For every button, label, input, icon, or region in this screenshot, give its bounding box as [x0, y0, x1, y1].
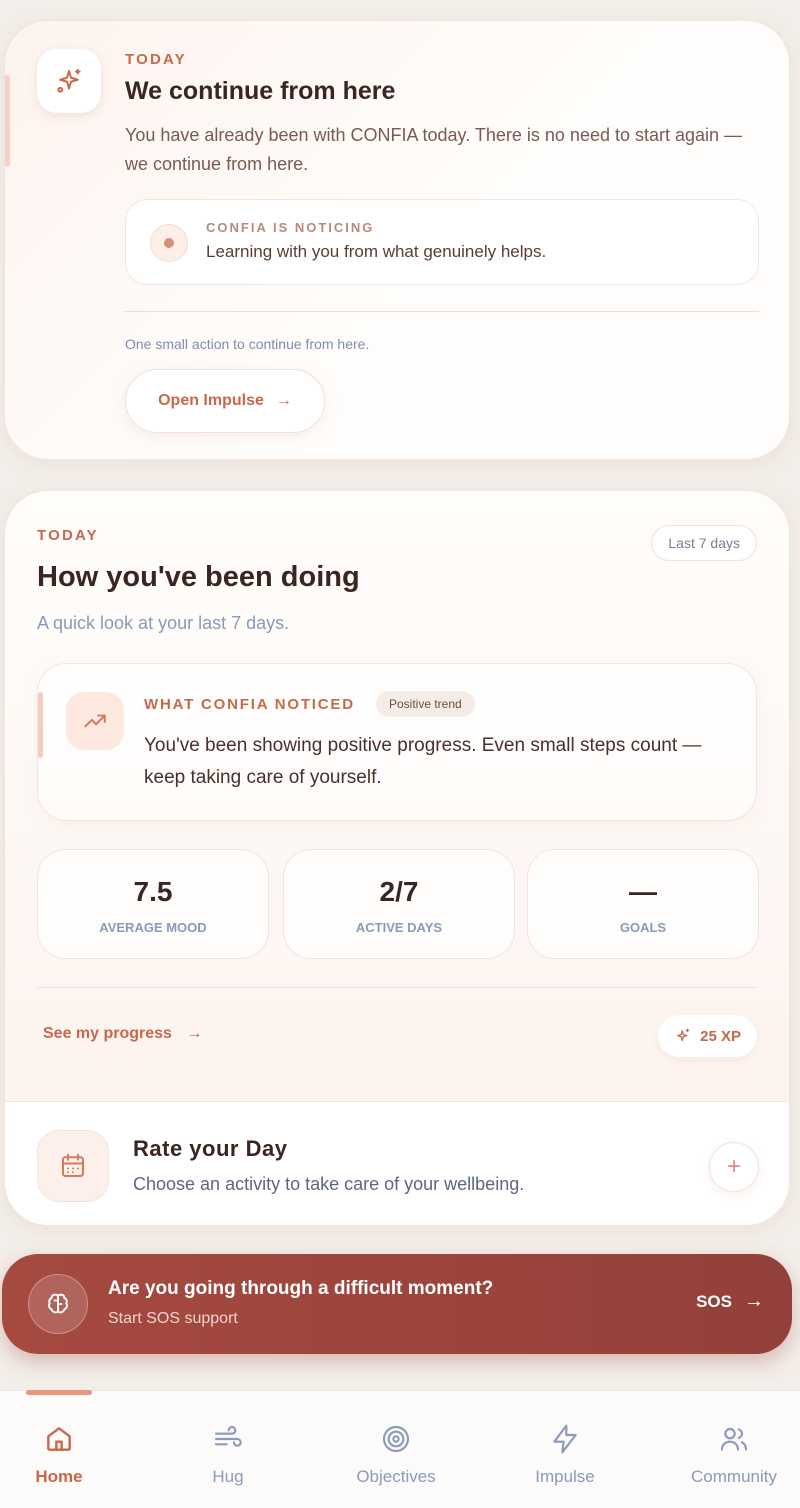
stat-label: GOALS — [619, 920, 667, 935]
summary-subtitle: A quick look at your last 7 days. — [37, 613, 290, 633]
stat-value: 7.5 — [133, 876, 173, 907]
nav-item-community[interactable]: Community — [674, 1421, 794, 1487]
open-impulse-label: Open Impulse — [158, 392, 264, 409]
sos-button[interactable]: SOS → — [696, 1290, 764, 1313]
arrow-right-icon: → — [186, 1025, 203, 1042]
home-icon — [0, 1421, 119, 1457]
sos-button-label: SOS — [696, 1291, 732, 1311]
nav-label: Home — [35, 1467, 83, 1486]
summary-card: TODAY How you've been doing A quick look… — [4, 490, 790, 1226]
noticing-label: CONFIA IS NOTICING — [206, 220, 375, 235]
accent-bar — [38, 692, 43, 758]
active-tab-indicator — [26, 1390, 92, 1395]
sparkles-icon — [677, 1028, 690, 1042]
trending-up-icon — [66, 692, 124, 750]
accent-bar — [5, 75, 10, 167]
range-pill[interactable]: Last 7 days — [651, 525, 757, 561]
open-impulse-button[interactable]: Open Impulse → — [125, 369, 325, 433]
action-hint: One small action to continue from here. — [125, 336, 370, 352]
sparkles-icon — [37, 49, 101, 113]
divider — [37, 987, 757, 988]
rate-day-title: Rate your Day — [133, 1136, 288, 1161]
lightning-icon — [505, 1421, 625, 1457]
continue-card: TODAY We continue from here You have alr… — [4, 20, 790, 460]
see-progress-label: See my progress — [43, 1025, 172, 1042]
nav-item-impulse[interactable]: Impulse — [505, 1421, 625, 1487]
status-dot-icon — [150, 224, 188, 262]
sos-subtitle: Start SOS support — [108, 1310, 238, 1327]
wind-icon — [168, 1421, 288, 1457]
nav-label: Hug — [212, 1467, 244, 1486]
xp-badge: 25 XP — [658, 1015, 757, 1057]
noticed-label: WHAT CONFIA NOTICED — [144, 696, 355, 713]
summary-eyebrow: TODAY — [37, 527, 99, 544]
nav-label: Impulse — [535, 1467, 595, 1486]
noticed-text: You've been showing positive progress. E… — [144, 735, 702, 788]
confia-noticing-box: CONFIA IS NOTICING Learning with you fro… — [125, 199, 759, 285]
see-progress-link[interactable]: See my progress → — [43, 1025, 202, 1043]
calendar-icon — [37, 1130, 109, 1202]
target-icon — [336, 1421, 456, 1457]
stat-value: 2/7 — [379, 876, 419, 907]
continue-title: We continue from here — [125, 77, 396, 105]
divider — [125, 311, 759, 312]
trend-badge: Positive trend — [376, 691, 475, 717]
stat-label: AVERAGE MOOD — [99, 920, 207, 935]
stat-goals: — GOALS — [527, 849, 759, 959]
rate-day-row[interactable]: Rate your Day Choose an activity to take… — [5, 1101, 789, 1225]
arrow-right-icon: → — [275, 392, 292, 409]
brain-icon — [28, 1274, 88, 1334]
nav-item-hug[interactable]: Hug — [168, 1421, 288, 1487]
nav-item-home[interactable]: Home — [0, 1421, 119, 1487]
users-icon — [674, 1421, 794, 1457]
continue-body: You have already been with CONFIA today.… — [125, 125, 743, 174]
continue-eyebrow: TODAY — [125, 51, 187, 68]
noticing-text: Learning with you from what genuinely he… — [206, 242, 547, 261]
sos-banner[interactable]: Are you going through a difficult moment… — [2, 1254, 792, 1354]
arrow-right-icon: → — [744, 1290, 764, 1312]
summary-title: How you've been doing — [37, 561, 360, 593]
stat-active-days: 2/7 ACTIVE DAYS — [283, 849, 515, 959]
stat-label: ACTIVE DAYS — [355, 920, 443, 935]
nav-label: Objectives — [356, 1467, 436, 1486]
bottom-nav: Home Hug Objectives Impulse Community — [0, 1390, 800, 1508]
stat-value: — — [629, 876, 657, 907]
rate-day-subtitle: Choose an activity to take care of your … — [133, 1174, 525, 1194]
add-rating-button[interactable]: + — [709, 1142, 759, 1192]
nav-item-objectives[interactable]: Objectives — [336, 1421, 456, 1487]
nav-label: Community — [691, 1467, 777, 1486]
stat-average-mood: 7.5 AVERAGE MOOD — [37, 849, 269, 959]
noticed-card: WHAT CONFIA NOTICED Positive trend You'v… — [37, 663, 757, 821]
xp-value: 25 XP — [700, 1027, 741, 1045]
sos-title: Are you going through a difficult moment… — [108, 1278, 494, 1299]
